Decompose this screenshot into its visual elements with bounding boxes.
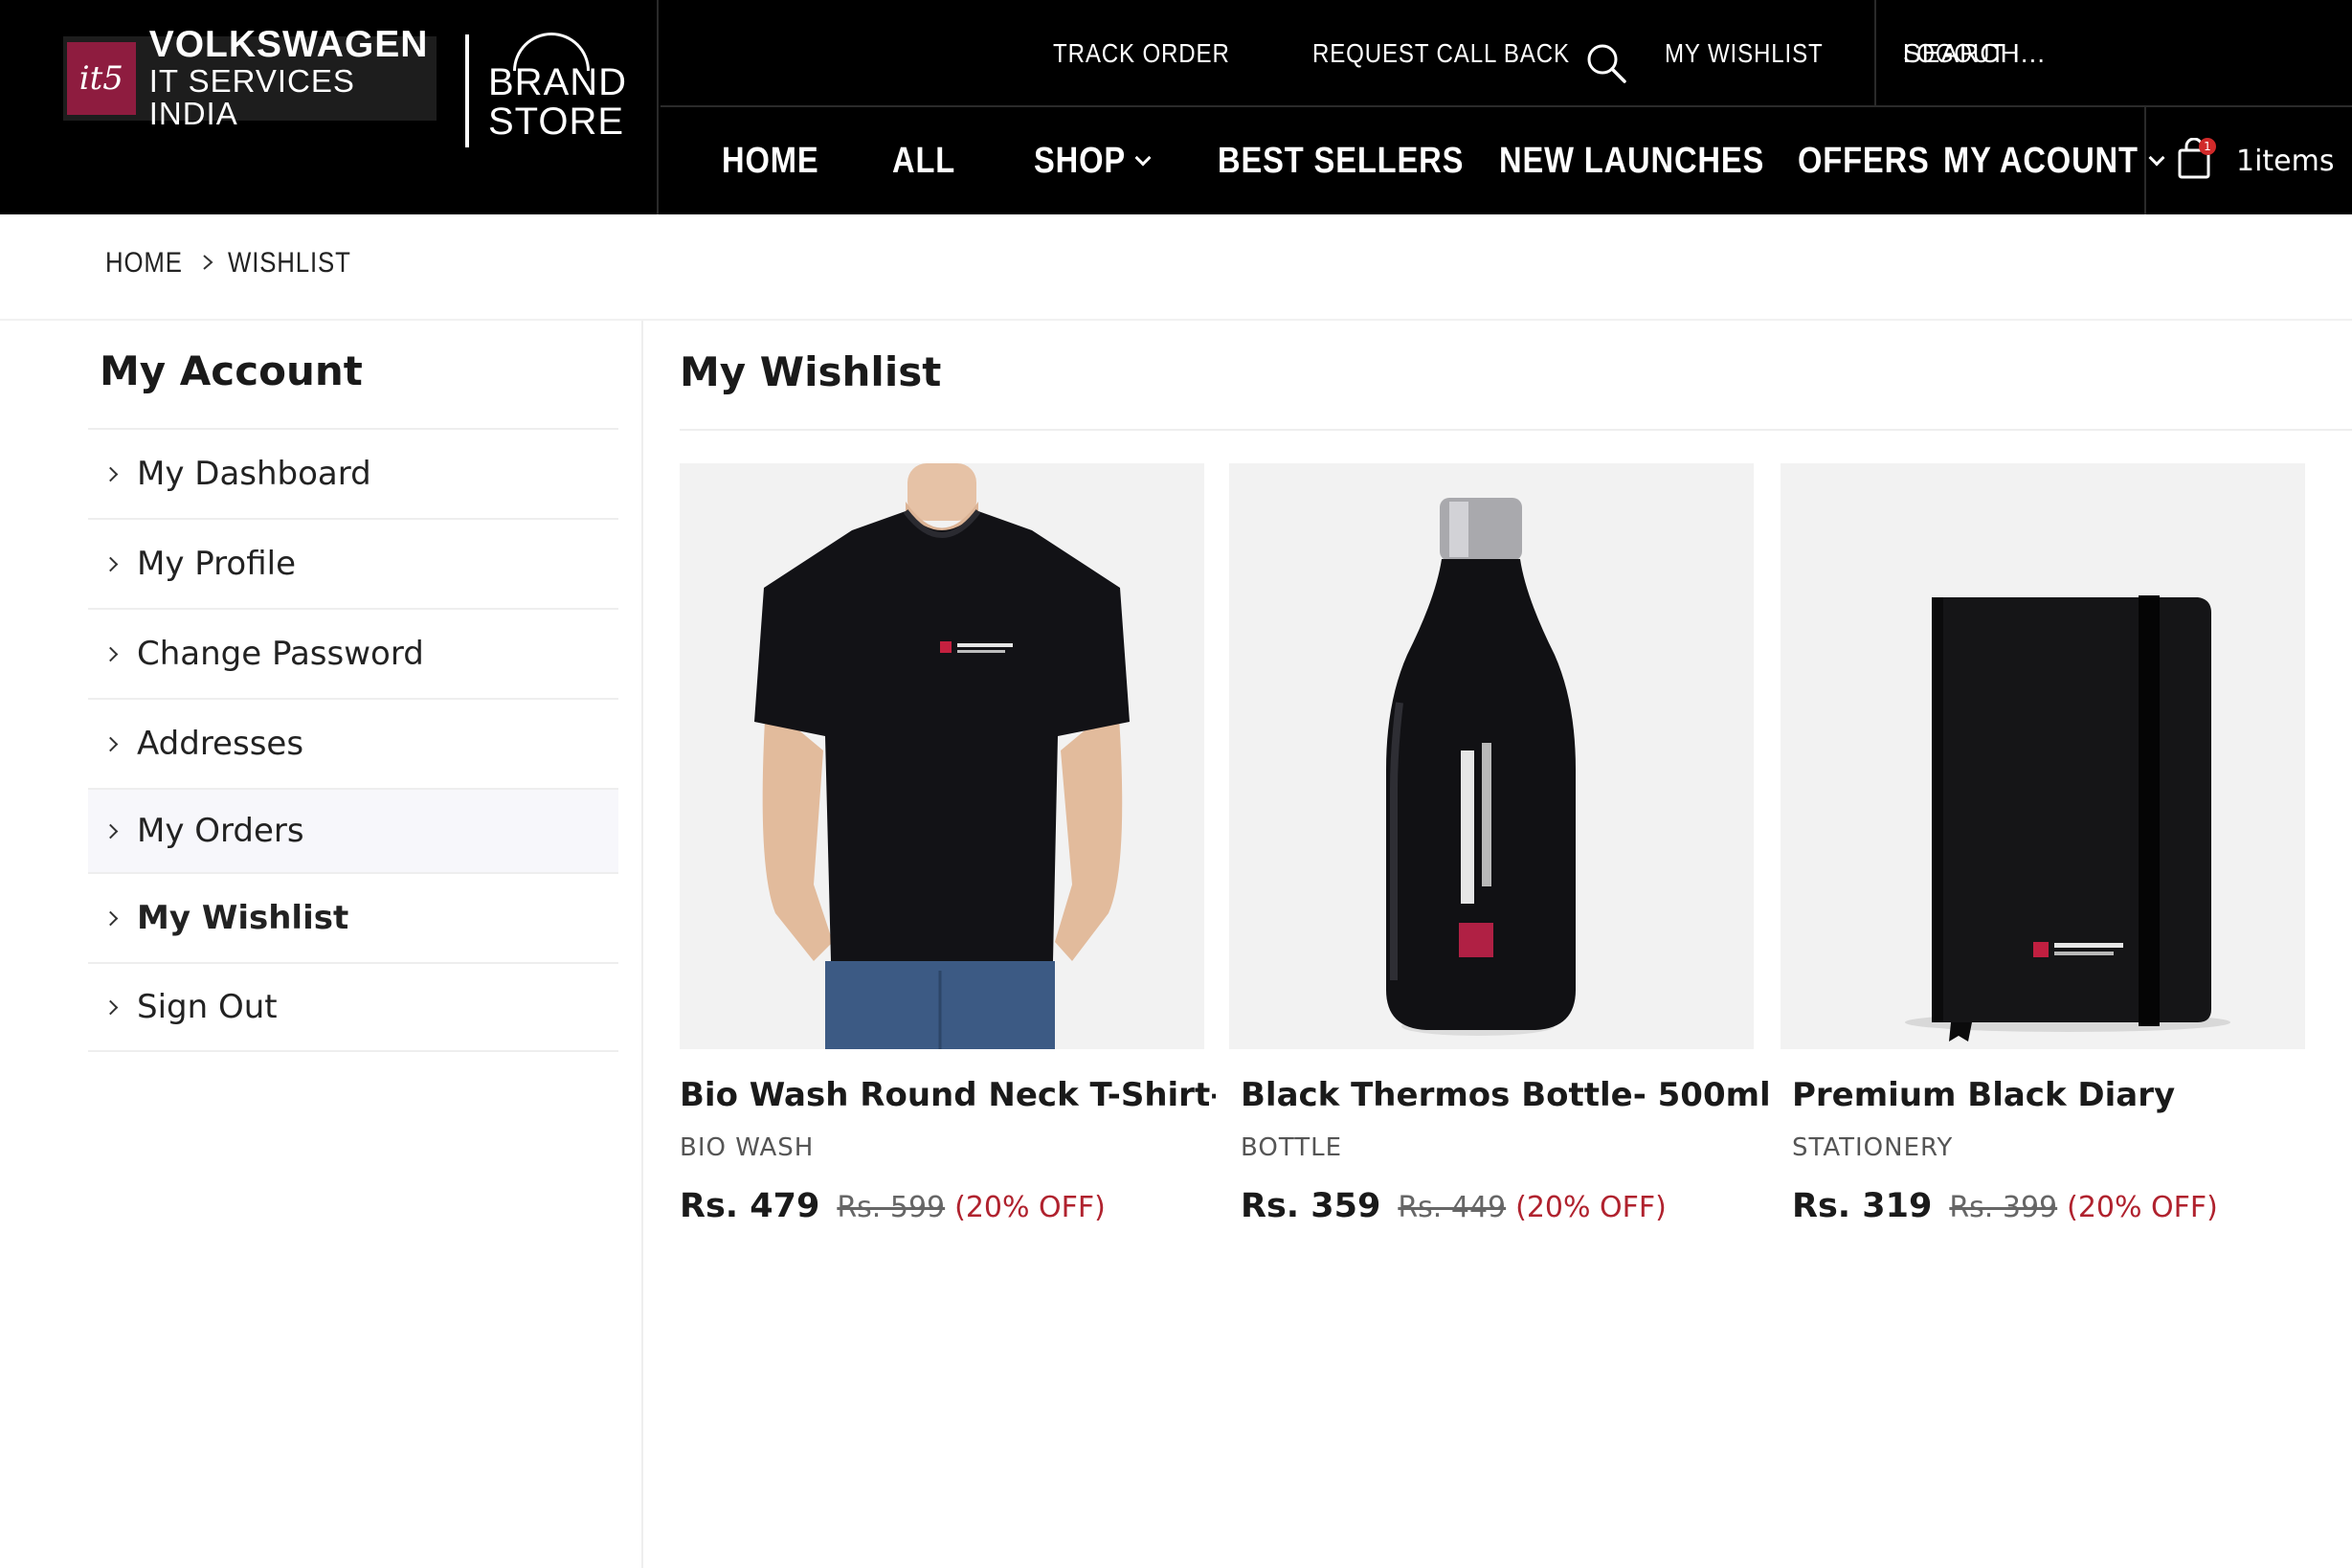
current-price: Rs. 359 xyxy=(1241,1187,1381,1225)
nav-offers[interactable]: OFFERS xyxy=(1798,107,1951,214)
sidebar-item-my-dashboard[interactable]: My Dashboard xyxy=(88,428,618,518)
nav-my-account-label: MY ACOUNT xyxy=(1943,140,2139,181)
nav-best-sellers-label: BEST SELLERS xyxy=(1218,140,1465,181)
search-input[interactable] xyxy=(1903,29,2238,78)
discount-label: (20% OFF) xyxy=(2067,1191,2218,1224)
current-price: Rs. 479 xyxy=(680,1187,820,1225)
original-price: Rs. 599 xyxy=(837,1191,946,1224)
chevron-right-icon xyxy=(102,736,119,751)
sidebar-item-my-orders[interactable]: My Orders xyxy=(88,788,618,872)
product-price: Rs. 359 Rs. 449 (20% OFF) xyxy=(1241,1187,1667,1225)
discount-label: (20% OFF) xyxy=(954,1191,1106,1224)
cart-button[interactable]: 1 1items xyxy=(2175,137,2335,184)
company-logo[interactable]: it5 VOLKSWAGEN IT SERVICES INDIA xyxy=(63,25,437,130)
my-wishlist-link[interactable]: MY WISHLIST xyxy=(1665,38,1824,69)
wishlist-product-card[interactable]: Black Thermos Bottle- 500ml BOTTLE Rs. 3… xyxy=(1229,463,1771,1225)
brand-store-logo: BRAND STORE xyxy=(488,34,627,142)
product-category: BIO WASH xyxy=(680,1133,815,1162)
sidebar-item-label: My Orders xyxy=(137,812,304,850)
nav-shop[interactable]: SHOP xyxy=(1034,107,1152,214)
nav-best-sellers[interactable]: BEST SELLERS xyxy=(1218,107,1504,214)
sidebar-item-label: My Wishlist xyxy=(137,899,349,937)
product-image[interactable] xyxy=(1781,463,2305,1049)
logo-area[interactable]: it5 VOLKSWAGEN IT SERVICES INDIA BRAND S… xyxy=(0,0,659,214)
its-logo-mark: it5 xyxy=(67,42,136,115)
chevron-right-icon xyxy=(102,823,119,839)
company-name-line2: IT SERVICES INDIA xyxy=(148,62,355,132)
account-menu: My Dashboard My Profile Change Password … xyxy=(88,428,618,1052)
product-category: STATIONERY xyxy=(1792,1133,1954,1162)
breadcrumb-current: WISHLIST xyxy=(228,247,351,279)
cart-divider xyxy=(2144,107,2146,214)
chevron-down-icon xyxy=(2148,149,2165,167)
sidebar-item-addresses[interactable]: Addresses xyxy=(88,698,618,788)
sidebar-item-my-wishlist[interactable]: My Wishlist xyxy=(88,872,618,962)
page-title: My Wishlist xyxy=(680,348,942,395)
nav-new-launches[interactable]: NEW LAUNCHES xyxy=(1499,107,1807,214)
cart-items-label: 1items xyxy=(2236,144,2335,178)
product-image[interactable] xyxy=(680,463,1204,1049)
chevron-right-icon xyxy=(102,466,119,482)
original-price: Rs. 399 xyxy=(1949,1191,2058,1224)
cart-count-badge: 1 xyxy=(2204,140,2211,153)
sidebar-item-label: Addresses xyxy=(137,725,304,763)
wishlist-product-card[interactable]: Bio Wash Round Neck T-Shirt- Bl BIO WASH… xyxy=(680,463,1216,1225)
sidebar-item-label: My Dashboard xyxy=(137,455,371,493)
discount-label: (20% OFF) xyxy=(1515,1191,1667,1224)
sidebar-item-label: Change Password xyxy=(137,635,424,673)
nav-home[interactable]: HOME xyxy=(722,107,835,214)
request-call-back-link[interactable]: REQUEST CALL BACK xyxy=(1312,38,1570,69)
product-price: Rs. 479 Rs. 599 (20% OFF) xyxy=(680,1187,1106,1225)
current-price: Rs. 319 xyxy=(1792,1187,1933,1225)
company-name-line1: VOLKSWAGEN xyxy=(148,23,429,65)
brand-store-line1: BRAND xyxy=(488,61,628,103)
logo-divider xyxy=(465,34,469,147)
nav-new-launches-label: NEW LAUNCHES xyxy=(1499,140,1765,181)
search-icon[interactable] xyxy=(1585,42,1627,88)
chevron-right-icon xyxy=(102,999,119,1015)
chevron-down-icon xyxy=(1134,149,1152,167)
nav-shop-label: SHOP xyxy=(1034,140,1127,181)
sidebar-title: My Account xyxy=(100,347,363,394)
product-image[interactable] xyxy=(1229,463,1754,1049)
product-name[interactable]: Bio Wash Round Neck T-Shirt- Bl xyxy=(680,1076,1216,1114)
shopping-bag-icon: 1 xyxy=(2175,137,2217,184)
utility-bar: TRACK ORDER REQUEST CALL BACK MY WISHLIS… xyxy=(661,0,2352,107)
chevron-right-icon xyxy=(102,646,119,661)
sidebar-item-label: My Profile xyxy=(137,545,296,583)
divider xyxy=(680,429,2352,431)
product-price: Rs. 319 Rs. 399 (20% OFF) xyxy=(1792,1187,2218,1225)
product-name[interactable]: Black Thermos Bottle- 500ml xyxy=(1241,1076,1777,1114)
site-header: it5 VOLKSWAGEN IT SERVICES INDIA BRAND S… xyxy=(0,0,2352,214)
breadcrumb: HOME WISHLIST xyxy=(105,247,371,280)
nav-all[interactable]: ALL xyxy=(892,107,966,214)
wishlist-product-card[interactable]: Premium Black Diary STATIONERY Rs. 319 Rs… xyxy=(1781,463,2305,1225)
company-name: VOLKSWAGEN IT SERVICES INDIA xyxy=(148,23,437,132)
chevron-right-icon xyxy=(201,247,214,280)
chevron-right-icon xyxy=(102,910,119,926)
sidebar-item-sign-out[interactable]: Sign Out xyxy=(88,962,618,1052)
search-box xyxy=(1874,0,2352,107)
product-category: BOTTLE xyxy=(1241,1133,1343,1162)
brand-store-line2: STORE xyxy=(488,100,625,143)
chevron-right-icon xyxy=(102,556,119,571)
original-price: Rs. 449 xyxy=(1398,1191,1507,1224)
product-name[interactable]: Premium Black Diary xyxy=(1792,1076,2328,1114)
nav-all-label: ALL xyxy=(892,140,956,181)
account-sidebar: My Account My Dashboard My Profile Chang… xyxy=(0,321,643,1568)
nav-offers-label: OFFERS xyxy=(1798,140,1930,181)
sidebar-item-label: Sign Out xyxy=(137,988,278,1026)
breadcrumb-home-link[interactable]: HOME xyxy=(105,247,183,280)
nav-my-account[interactable]: MY ACOUNT xyxy=(1943,107,2165,214)
track-order-link[interactable]: TRACK ORDER xyxy=(1053,38,1230,69)
main-nav: HOME ALL SHOP BEST SELLERS NEW LAUNCHES … xyxy=(661,107,2352,214)
sidebar-item-change-password[interactable]: Change Password xyxy=(88,608,618,698)
sidebar-item-my-profile[interactable]: My Profile xyxy=(88,518,618,608)
nav-home-label: HOME xyxy=(722,140,819,181)
